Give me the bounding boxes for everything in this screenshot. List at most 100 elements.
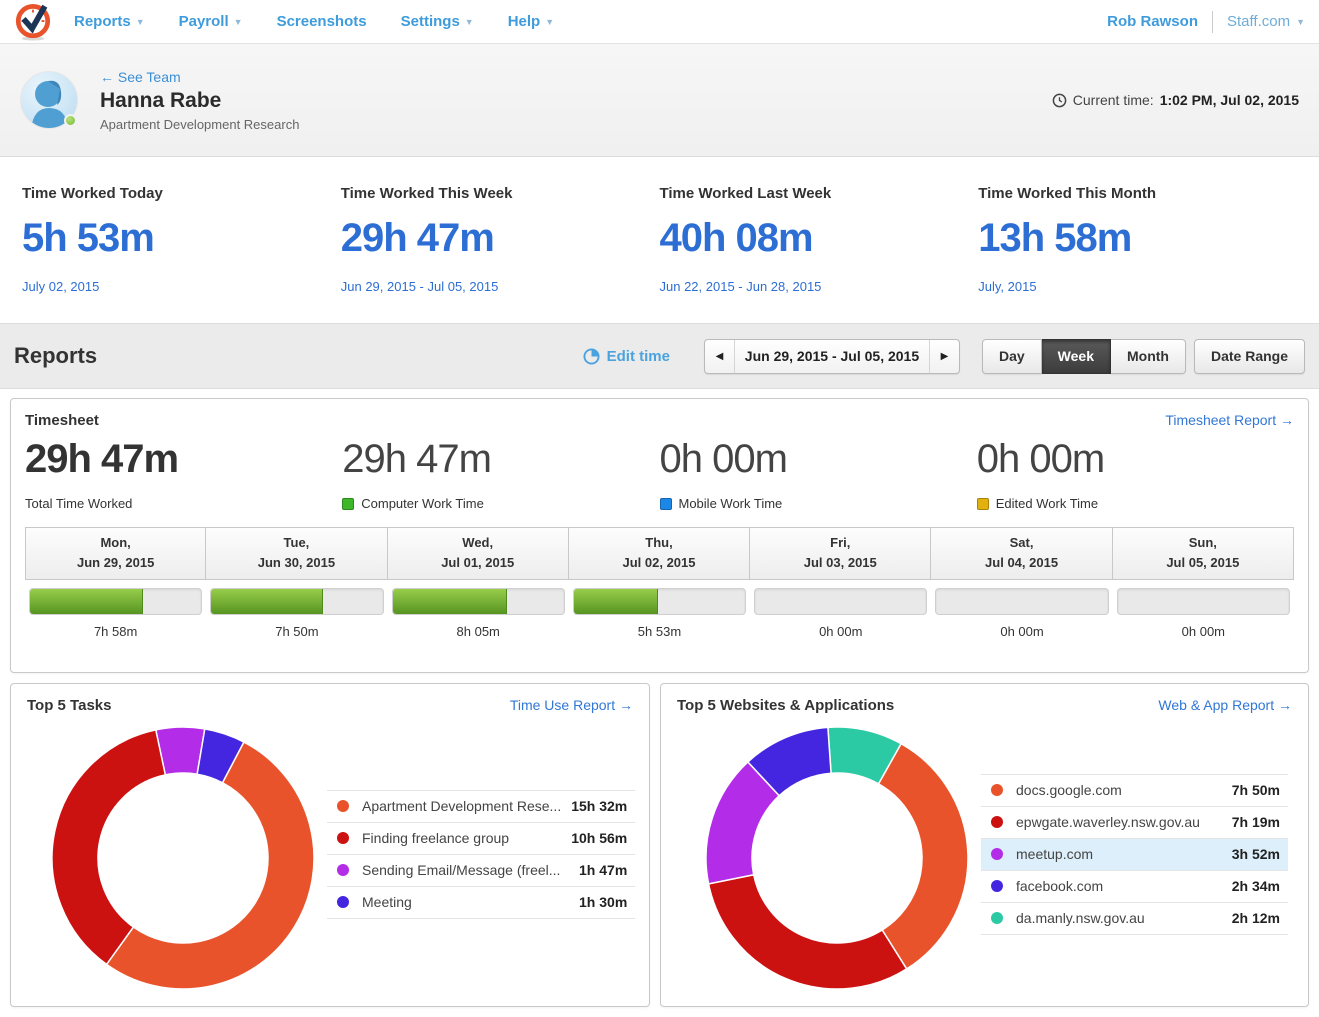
- view-day-button[interactable]: Day: [982, 339, 1042, 374]
- day-progress-track: [1117, 588, 1290, 615]
- day-header: Thu,Jul 02, 2015: [568, 527, 750, 580]
- chevron-down-icon: ▼: [545, 17, 554, 27]
- day-progress-track: [392, 588, 565, 615]
- legend-row[interactable]: Sending Email/Message (freel... 1h 47m: [327, 855, 635, 887]
- top-navigation-bar: Reports▼ Payroll▼ Screenshots Settings▼ …: [0, 0, 1319, 44]
- legend-label: meetup.com: [1016, 846, 1093, 862]
- legend-value: 1h 30m: [569, 894, 627, 910]
- stat-value: 40h 08m: [660, 216, 979, 261]
- day-header: Mon,Jun 29, 2015: [25, 527, 206, 580]
- nav-settings[interactable]: Settings ▼: [401, 13, 474, 30]
- day-progress-fill: [574, 589, 658, 614]
- legend-row[interactable]: epwgate.waverley.nsw.gov.au 7h 19m: [981, 807, 1288, 839]
- nav-screenshots-label: Screenshots: [277, 13, 367, 30]
- summary-value: 0h 00m: [977, 437, 1294, 482]
- nav-settings-label: Settings: [401, 13, 460, 30]
- main-menu: Reports▼ Payroll▼ Screenshots Settings▼ …: [74, 13, 554, 30]
- org-menu-label: Staff.com: [1227, 13, 1290, 30]
- series-color-dot: [991, 912, 1003, 924]
- org-menu[interactable]: Staff.com▼: [1227, 13, 1305, 30]
- current-time: Current time: 1:02 PM, Jul 02, 2015: [1052, 92, 1299, 108]
- series-color-dot: [337, 864, 349, 876]
- nav-right-area: Rob Rawson Staff.com▼: [1107, 11, 1305, 33]
- chevron-down-icon: ▼: [465, 17, 474, 27]
- timesheet-title: Timesheet: [25, 412, 99, 429]
- day-time-label: 0h 00m: [750, 624, 931, 639]
- tasks-donut-chart[interactable]: [49, 724, 317, 992]
- nav-payroll[interactable]: Payroll▼: [179, 13, 243, 30]
- top-tasks-panel: Top 5 Tasks Time Use Report → Apartment …: [10, 683, 650, 1007]
- legend-label: epwgate.waverley.nsw.gov.au: [1016, 814, 1200, 830]
- edit-time-label: Edit time: [607, 348, 670, 365]
- date-range-label[interactable]: Jun 29, 2015 - Jul 05, 2015: [735, 340, 929, 373]
- day-progress-track: [573, 588, 746, 615]
- summary-label: Edited Work Time: [996, 496, 1098, 511]
- stat-period: July, 2015: [978, 279, 1297, 294]
- day-time-label: 5h 53m: [569, 624, 750, 639]
- day-progress-track: [935, 588, 1108, 615]
- day-header: Wed,Jul 01, 2015: [387, 527, 569, 580]
- logged-in-user-link[interactable]: Rob Rawson: [1107, 13, 1198, 30]
- legend-label: da.manly.nsw.gov.au: [1016, 910, 1145, 926]
- view-month-button[interactable]: Month: [1111, 339, 1186, 374]
- see-team-link[interactable]: ← See Team: [100, 69, 299, 85]
- series-color-dot: [991, 784, 1003, 796]
- profile-info: ← See Team Hanna Rabe Apartment Developm…: [100, 69, 299, 132]
- nav-help[interactable]: Help ▼: [508, 13, 554, 30]
- legend-label: Meeting: [362, 894, 412, 910]
- tasks-legend: Apartment Development Rese... 15h 32m Fi…: [327, 790, 635, 919]
- stat-last-week: Time Worked Last Week 40h 08m Jun 22, 20…: [660, 185, 979, 323]
- series-color-dot: [337, 896, 349, 908]
- series-color-dot: [991, 816, 1003, 828]
- view-date-range-button[interactable]: Date Range: [1194, 339, 1305, 374]
- nav-divider: [1212, 11, 1213, 33]
- summary-label: Computer Work Time: [361, 496, 484, 511]
- stat-value: 5h 53m: [22, 216, 341, 261]
- day-time-label: 0h 00m: [931, 624, 1112, 639]
- series-color-dot: [991, 880, 1003, 892]
- view-week-button[interactable]: Week: [1042, 339, 1111, 374]
- chevron-down-icon: ▼: [136, 17, 145, 27]
- legend-value: 2h 34m: [1222, 878, 1280, 894]
- previous-week-arrow[interactable]: ◀: [705, 340, 735, 373]
- nav-reports[interactable]: Reports▼: [74, 13, 145, 30]
- day-column: Mon,Jun 29, 2015 7h 58m: [25, 527, 206, 639]
- profile-name: Hanna Rabe: [100, 89, 299, 113]
- time-worked-stats: Time Worked Today 5h 53m July 02, 2015 T…: [0, 157, 1319, 323]
- edit-time-button[interactable]: Edit time: [583, 348, 670, 365]
- legend-row[interactable]: meetup.com 3h 52m: [981, 839, 1288, 871]
- legend-row[interactable]: Finding freelance group 10h 56m: [327, 823, 635, 855]
- legend-row[interactable]: Apartment Development Rese... 15h 32m: [327, 791, 635, 823]
- websites-donut-chart[interactable]: [703, 724, 971, 992]
- nav-help-label: Help: [508, 13, 541, 30]
- date-range-navigator: ◀ Jun 29, 2015 - Jul 05, 2015 ▶: [704, 339, 960, 374]
- legend-row[interactable]: Meeting 1h 30m: [327, 887, 635, 919]
- bottom-panels: Top 5 Tasks Time Use Report → Apartment …: [10, 683, 1309, 1007]
- day-column: Wed,Jul 01, 2015 8h 05m: [388, 527, 569, 639]
- legend-value: 7h 19m: [1222, 814, 1280, 830]
- day-header: Fri,Jul 03, 2015: [749, 527, 931, 580]
- web-app-report-link[interactable]: Web & App Report →: [1158, 697, 1292, 713]
- series-color-dot: [337, 832, 349, 844]
- user-profile-header: ← See Team Hanna Rabe Apartment Developm…: [0, 44, 1319, 157]
- avatar[interactable]: [20, 71, 78, 129]
- legend-label: Apartment Development Rese...: [362, 798, 561, 814]
- current-time-value: 1:02 PM, Jul 02, 2015: [1160, 92, 1299, 108]
- legend-row[interactable]: da.manly.nsw.gov.au 2h 12m: [981, 903, 1288, 935]
- nav-screenshots[interactable]: Screenshots: [277, 13, 367, 30]
- summary-label: Mobile Work Time: [679, 496, 783, 511]
- timesheet-report-link[interactable]: Timesheet Report →: [1165, 412, 1294, 428]
- next-week-arrow[interactable]: ▶: [929, 340, 959, 373]
- stat-this-week: Time Worked This Week 29h 47m Jun 29, 20…: [341, 185, 660, 323]
- day-column: Sun,Jul 05, 2015 0h 00m: [1113, 527, 1294, 639]
- staffcom-clock-logo[interactable]: [14, 3, 52, 41]
- summary-computer: 29h 47m Computer Work Time: [342, 437, 659, 511]
- legend-row[interactable]: facebook.com 2h 34m: [981, 871, 1288, 903]
- legend-value: 2h 12m: [1222, 910, 1280, 926]
- stat-period: Jun 29, 2015 - Jul 05, 2015: [341, 279, 660, 294]
- series-color-dot: [337, 800, 349, 812]
- week-day-grid: Mon,Jun 29, 2015 7h 58m Tue,Jun 30, 2015…: [25, 527, 1294, 639]
- legend-row[interactable]: docs.google.com 7h 50m: [981, 775, 1288, 807]
- time-use-report-link[interactable]: Time Use Report →: [510, 697, 633, 713]
- day-header: Sat,Jul 04, 2015: [930, 527, 1112, 580]
